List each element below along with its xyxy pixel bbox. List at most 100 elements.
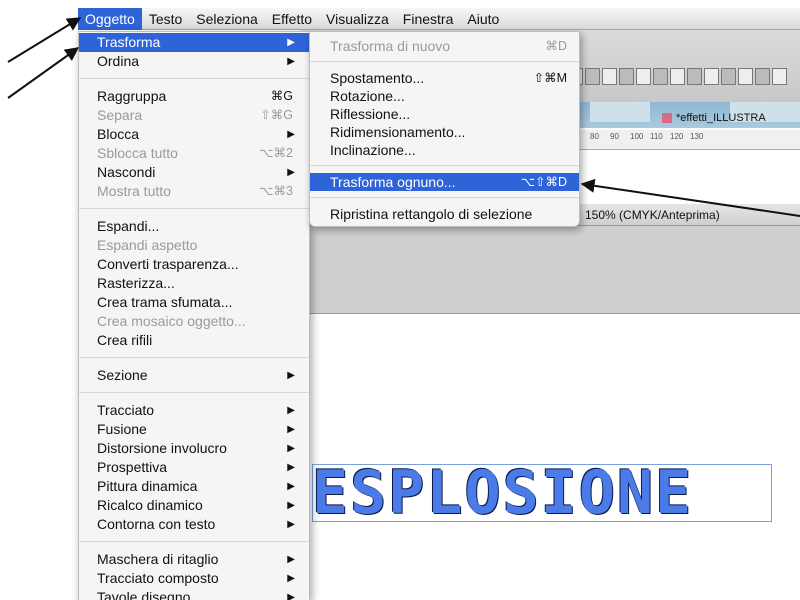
menu-item-label: Maschera di ritaglio	[97, 551, 219, 567]
ruler-label: 120	[670, 132, 684, 141]
submenu-arrow-icon: ▶	[287, 592, 295, 600]
menu-item-label: Espandi...	[97, 218, 160, 234]
menu-item-label: Crea rifili	[97, 332, 153, 348]
menu-item-label: Espandi aspetto	[97, 237, 198, 253]
menubar-finestra[interactable]: Finestra	[396, 8, 461, 30]
trasforma-submenu: Trasforma di nuovo ⌘D Spostamento... ⇧⌘M Rot…	[309, 31, 580, 227]
align-top-icon[interactable]	[619, 68, 634, 85]
menu-item-label: Crea trama sfumata...	[97, 294, 233, 310]
submenu-arrow-icon: ▶	[287, 370, 295, 381]
menu-item-raggruppa[interactable]: Raggruppa ⌘G	[79, 87, 309, 106]
distribute-center-icon[interactable]	[687, 68, 702, 85]
menu-item-rasterizza[interactable]: Rasterizza...	[79, 274, 309, 293]
menu-item-label: Sblocca tutto	[97, 145, 178, 161]
document-icon	[662, 113, 672, 123]
menu-separator	[310, 165, 579, 166]
submenu-arrow-icon: ▶	[287, 443, 295, 454]
menu-item-spostamento[interactable]: Spostamento... ⇧⌘M	[310, 69, 579, 87]
submenu-arrow-icon: ▶	[287, 573, 295, 584]
menu-item-inclinazione[interactable]: Inclinazione...	[310, 141, 579, 159]
menu-item-tracciato[interactable]: Tracciato ▶	[79, 401, 309, 420]
panel-segment	[590, 102, 650, 122]
menu-separator	[310, 197, 579, 198]
menu-item-label: Trasforma di nuovo	[330, 38, 451, 54]
distribute-vertical-icon[interactable]	[772, 68, 787, 85]
submenu-arrow-icon: ▶	[287, 424, 295, 435]
document-tab-title: *effetti_ILLUSTRA	[676, 112, 766, 124]
menu-item-pittura-dinamica[interactable]: Pittura dinamica ▶	[79, 477, 309, 496]
menu-item-label: Tracciato composto	[97, 570, 219, 586]
menu-item-label: Blocca	[97, 126, 140, 142]
distribute-bottom-icon[interactable]	[704, 68, 719, 85]
menu-item-blocca[interactable]: Blocca ▶	[79, 125, 309, 144]
menu-item-distorsione-involucro[interactable]: Distorsione involucro ▶	[79, 439, 309, 458]
menubar-effetto[interactable]: Effetto	[265, 8, 319, 30]
canvas-pasteboard	[300, 226, 800, 314]
menu-item-label: Fusione	[97, 421, 147, 437]
menu-item-ricalco-dinamico[interactable]: Ricalco dinamico ▶	[79, 496, 309, 515]
menubar-oggetto[interactable]: Oggetto	[78, 7, 142, 30]
menu-item-trasforma[interactable]: Trasforma ▶	[79, 33, 309, 52]
menu-item-label: Distorsione involucro	[97, 440, 227, 456]
menu-item-rotazione[interactable]: Rotazione...	[310, 87, 579, 105]
menu-item-ordina[interactable]: Ordina ▶	[79, 52, 309, 71]
menu-item-label: Separa	[97, 107, 143, 123]
exploded-text-artwork[interactable]: ESPLOSIONE	[312, 458, 782, 528]
menubar-aiuto[interactable]: Aiuto	[460, 8, 506, 30]
menu-separator	[310, 61, 579, 62]
menu-item-espandi[interactable]: Espandi...	[79, 217, 309, 236]
menubar-testo[interactable]: Testo	[142, 8, 189, 30]
menu-item-label: Ripristina rettangolo di selezione	[330, 206, 533, 222]
arrow-to-trasforma	[7, 47, 80, 99]
menu-item-label: Ridimensionamento...	[330, 124, 466, 140]
menu-item-label: Spostamento...	[330, 70, 425, 86]
menu-item-maschera-di-ritaglio[interactable]: Maschera di ritaglio ▶	[79, 550, 309, 569]
menu-item-separa: Separa ⇧⌘G	[79, 106, 309, 125]
menu-item-shortcut: ⇧⌘G	[260, 108, 293, 122]
menu-item-contorna-con-testo[interactable]: Contorna con testo ▶	[79, 515, 309, 534]
distribute-right-icon[interactable]	[738, 68, 753, 85]
document-tab[interactable]: *effetti_ILLUSTRA	[662, 112, 766, 124]
ruler-label: 80	[590, 132, 599, 141]
submenu-arrow-icon: ▶	[287, 56, 295, 67]
menu-item-crea-mosaico-oggetto: Crea mosaico oggetto...	[79, 312, 309, 331]
menu-separator	[79, 357, 309, 358]
menu-item-label: Ricalco dinamico	[97, 497, 203, 513]
menu-item-converti-trasparenza[interactable]: Converti trasparenza...	[79, 255, 309, 274]
menu-item-label: Pittura dinamica	[97, 478, 198, 494]
menu-item-sezione[interactable]: Sezione ▶	[79, 366, 309, 385]
distribute-top-icon[interactable]	[670, 68, 685, 85]
menu-item-trasforma-ognuno[interactable]: Trasforma ognuno... ⌥⇧⌘D	[310, 173, 579, 191]
menu-item-label: Prospettiva	[97, 459, 168, 475]
menu-item-fusione[interactable]: Fusione ▶	[79, 420, 309, 439]
submenu-arrow-icon: ▶	[287, 500, 295, 511]
align-right-icon[interactable]	[602, 68, 617, 85]
align-bottom-icon[interactable]	[653, 68, 668, 85]
distribute-horizontal-icon[interactable]	[755, 68, 770, 85]
menu-item-tracciato-composto[interactable]: Tracciato composto ▶	[79, 569, 309, 588]
menu-item-ripristina-rettangolo-di-selezione[interactable]: Ripristina rettangolo di selezione	[310, 205, 579, 223]
menu-item-sblocca-tutto: Sblocca tutto ⌥⌘2	[79, 144, 309, 163]
ruler-label: 130	[690, 132, 704, 141]
menubar: Oggetto Testo Seleziona Effetto Visualizza Fi…	[78, 7, 800, 30]
menu-item-prospettiva[interactable]: Prospettiva ▶	[79, 458, 309, 477]
distribute-left-icon[interactable]	[721, 68, 736, 85]
menu-item-crea-rifili[interactable]: Crea rifili	[79, 331, 309, 350]
menubar-visualizza[interactable]: Visualizza	[319, 8, 396, 30]
align-middle-icon[interactable]	[636, 68, 651, 85]
submenu-arrow-icon: ▶	[287, 405, 295, 416]
align-center-icon[interactable]	[585, 68, 600, 85]
menu-item-crea-trama-sfumata[interactable]: Crea trama sfumata...	[79, 293, 309, 312]
menubar-seleziona[interactable]: Seleziona	[189, 8, 265, 30]
menu-item-ridimensionamento[interactable]: Ridimensionamento...	[310, 123, 579, 141]
menu-item-label: Rotazione...	[330, 88, 405, 104]
menu-item-riflessione[interactable]: Riflessione...	[310, 105, 579, 123]
menu-item-label: Raggruppa	[97, 88, 167, 104]
menu-item-label: Riflessione...	[330, 106, 411, 122]
menu-item-label: Tracciato	[97, 402, 155, 418]
menu-item-label: Crea mosaico oggetto...	[97, 313, 246, 329]
menu-item-label: Tavole disegno	[97, 589, 191, 600]
menu-item-tavole-disegno[interactable]: Tavole disegno ▶	[79, 588, 309, 600]
menu-item-nascondi[interactable]: Nascondi ▶	[79, 163, 309, 182]
menu-item-label: Contorna con testo	[97, 516, 216, 532]
